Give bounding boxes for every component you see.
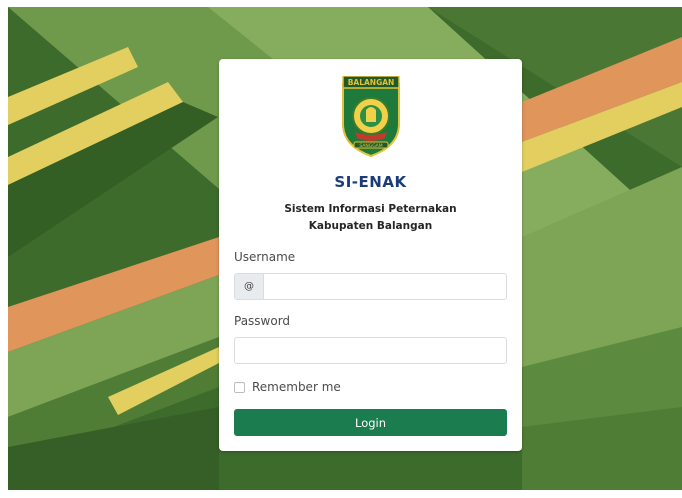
- subtitle-line-2: Kabupaten Balangan: [308, 220, 433, 232]
- at-sign-icon: @: [235, 274, 264, 299]
- password-input[interactable]: [234, 337, 507, 364]
- username-label: Username: [234, 250, 296, 264]
- username-input-group: @: [234, 273, 507, 300]
- password-label: Password: [234, 314, 291, 328]
- username-input[interactable]: [264, 274, 506, 299]
- remember-me[interactable]: Remember me: [234, 379, 341, 395]
- login-button[interactable]: Login: [234, 409, 507, 436]
- app-subtitle: Sistem Informasi Peternakan Kabupaten Ba…: [219, 201, 522, 235]
- svg-text:SANGGAM: SANGGAM: [359, 143, 382, 149]
- remember-me-label[interactable]: Remember me: [252, 380, 341, 394]
- svg-text:BALANGAN: BALANGAN: [348, 78, 395, 87]
- subtitle-line-1: Sistem Informasi Peternakan: [284, 203, 457, 215]
- remember-me-checkbox[interactable]: [234, 381, 245, 393]
- balangan-logo: BALANGAN SANGGAM: [342, 76, 400, 158]
- app-title: SI-ENAK: [334, 173, 407, 191]
- login-card: BALANGAN SANGGAM SI-ENAK Sistem Informas…: [219, 59, 522, 451]
